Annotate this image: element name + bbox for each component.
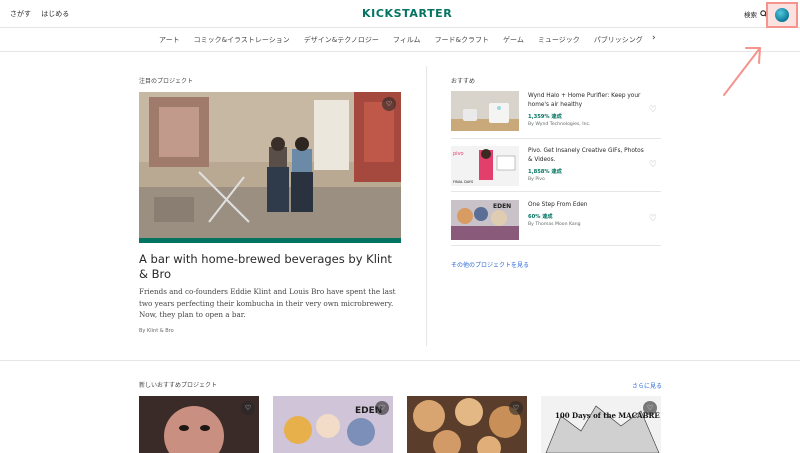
- featured-project-blurb: Friends and co-founders Eddie Klint and …: [139, 287, 396, 319]
- project-thumbnail[interactable]: pivo FINAL DAYS: [451, 146, 519, 186]
- heart-icon[interactable]: ♡: [382, 97, 396, 111]
- divider: [451, 245, 661, 246]
- annotation-arrow-icon: [723, 47, 761, 96]
- divider: [451, 138, 661, 139]
- recommended-section-label: おすすめ: [451, 78, 476, 85]
- featured-photo: [139, 92, 401, 238]
- heart-icon[interactable]: ♡: [643, 401, 657, 415]
- heart-icon[interactable]: ♡: [649, 105, 657, 115]
- project-creator[interactable]: By Wynd Technologies, Inc.: [528, 122, 590, 127]
- featured-progress-bar: [139, 238, 401, 243]
- list-item[interactable]: pivo FINAL DAYS Pivo. Get Insanely Creat…: [451, 146, 661, 186]
- column-divider: [426, 66, 427, 346]
- heart-icon[interactable]: ♡: [509, 401, 523, 415]
- funded-percent: 1,858% 達成: [528, 169, 562, 175]
- project-title[interactable]: Wynd Halo + Home Purifier: Keep your hom…: [528, 92, 646, 110]
- featured-project-title[interactable]: A bar with home-brewed beverages by Klin…: [139, 252, 401, 282]
- project-card[interactable]: 100 Days of the MACABRE ♡: [541, 396, 661, 453]
- category-publishing[interactable]: パブリッシング: [594, 35, 643, 45]
- heart-icon[interactable]: ♡: [241, 401, 255, 415]
- eden-logo: EDEN: [493, 203, 511, 210]
- search-label: 検索: [744, 11, 757, 19]
- search-button[interactable]: 検索: [744, 9, 768, 19]
- chevron-right-icon[interactable]: ›: [652, 33, 656, 43]
- section-divider: [0, 360, 800, 361]
- avatar: [775, 8, 789, 22]
- new-projects-section-label: 新しいおすすめプロジェクト: [139, 382, 218, 389]
- funded-percent: 60% 達成: [528, 214, 553, 220]
- category-art[interactable]: アート: [159, 35, 180, 45]
- category-comics[interactable]: コミック&イラストレーション: [194, 35, 290, 45]
- header-nav: さがす はじめる: [10, 9, 77, 19]
- user-avatar-button[interactable]: [766, 2, 798, 28]
- project-creator[interactable]: By Pivo: [528, 177, 545, 182]
- project-thumbnail[interactable]: EDEN: [451, 200, 519, 240]
- list-item[interactable]: Wynd Halo + Home Purifier: Keep your hom…: [451, 91, 661, 131]
- project-creator[interactable]: By Thomas Moon Kang: [528, 222, 581, 227]
- project-title[interactable]: Pivo. Get Insanely Creative GIFs, Photos…: [528, 147, 646, 165]
- featured-section-label: 注目のプロジェクト: [139, 78, 194, 85]
- category-food-craft[interactable]: フード&クラフト: [435, 35, 489, 45]
- category-games[interactable]: ゲーム: [503, 35, 524, 45]
- heart-icon[interactable]: ♡: [649, 214, 657, 224]
- featured-project-creator[interactable]: By Klint & Bro: [139, 328, 174, 334]
- project-card[interactable]: ♡: [407, 396, 527, 453]
- more-projects-link[interactable]: その他のプロジェクトを見る: [451, 260, 529, 269]
- category-design-tech[interactable]: デザイン&テクノロジー: [304, 35, 379, 45]
- kickstarter-logo[interactable]: KICKSTARTER: [362, 7, 452, 20]
- category-music[interactable]: ミュージック: [538, 35, 580, 45]
- nav-start-link[interactable]: はじめる: [41, 10, 69, 18]
- project-card[interactable]: ♡: [139, 396, 259, 453]
- divider: [451, 191, 661, 192]
- project-title[interactable]: One Step From Eden: [528, 201, 646, 210]
- project-card[interactable]: EDEN ♡: [273, 396, 393, 453]
- category-film[interactable]: フィルム: [393, 35, 421, 45]
- project-thumbnail[interactable]: [451, 91, 519, 131]
- top-header: さがす はじめる KICKSTARTER 検索: [0, 0, 800, 28]
- heart-icon[interactable]: ♡: [649, 160, 657, 170]
- nav-explore-link[interactable]: さがす: [10, 10, 31, 18]
- heart-icon[interactable]: ♡: [375, 401, 389, 415]
- svg-text:pivo: pivo: [453, 151, 464, 157]
- final-days-badge: FINAL DAYS: [453, 180, 474, 184]
- see-more-link[interactable]: さらに見る: [632, 381, 662, 390]
- funded-percent: 1,359% 達成: [528, 114, 562, 120]
- featured-project-image[interactable]: ♡: [139, 92, 401, 238]
- category-nav: アート コミック&イラストレーション デザイン&テクノロジー フィルム フード&…: [0, 28, 800, 52]
- list-item[interactable]: EDEN One Step From Eden 60% 達成 By Thomas…: [451, 200, 661, 240]
